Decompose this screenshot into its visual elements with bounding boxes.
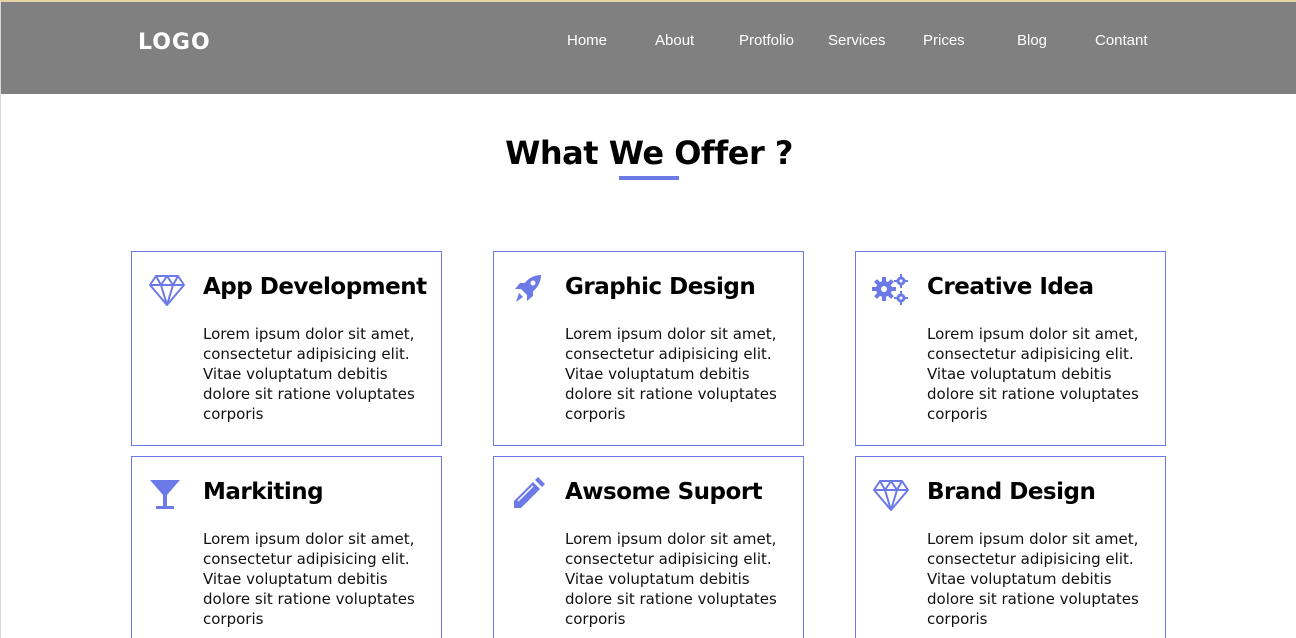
- card-text: Lorem ipsum dolor sit amet, consectetur …: [203, 530, 415, 628]
- service-card-marketing[interactable]: Markiting Lorem ipsum dolor sit amet, co…: [131, 456, 442, 638]
- card-text: Lorem ipsum dolor sit amet, consectetur …: [565, 325, 777, 423]
- pencil-icon: [509, 477, 549, 513]
- cocktail-glass-icon: [147, 477, 187, 513]
- card-title: App Development: [203, 274, 427, 300]
- site-header: LOGO Home About Protfolio Services Price…: [1, 2, 1296, 94]
- section-title: What We Offer ?: [505, 134, 793, 172]
- service-card-creative-idea[interactable]: Creative Idea Lorem ipsum dolor sit amet…: [855, 251, 1166, 446]
- card-text: Lorem ipsum dolor sit amet, consectetur …: [565, 530, 777, 628]
- title-underline: [619, 176, 679, 180]
- card-title: Awsome Suport: [565, 479, 763, 505]
- card-title: Brand Design: [927, 479, 1096, 505]
- nav-prices-link[interactable]: Prices: [923, 32, 965, 49]
- card-text: Lorem ipsum dolor sit amet, consectetur …: [927, 530, 1139, 628]
- rocket-icon: [509, 272, 549, 308]
- card-title: Graphic Design: [565, 274, 756, 300]
- card-text: Lorem ipsum dolor sit amet, consectetur …: [203, 325, 415, 423]
- card-text: Lorem ipsum dolor sit amet, consectetur …: [927, 325, 1139, 423]
- main-nav: Home About Protfolio Services Prices Blo…: [1, 32, 1296, 52]
- diamond-icon: [147, 272, 187, 308]
- card-title: Markiting: [203, 479, 324, 505]
- page: LOGO Home About Protfolio Services Price…: [0, 0, 1296, 638]
- nav-blog-link[interactable]: Blog: [1017, 32, 1047, 49]
- nav-about-link[interactable]: About: [655, 32, 694, 49]
- nav-contact-link[interactable]: Contant: [1095, 32, 1148, 49]
- nav-home-link[interactable]: Home: [567, 32, 607, 49]
- nav-portfolio-link[interactable]: Protfolio: [739, 32, 794, 49]
- gears-icon: [871, 272, 911, 308]
- nav-services-link[interactable]: Services: [828, 32, 886, 49]
- service-card-app-development[interactable]: App Development Lorem ipsum dolor sit am…: [131, 251, 442, 446]
- service-card-brand-design[interactable]: Brand Design Lorem ipsum dolor sit amet,…: [855, 456, 1166, 638]
- card-title: Creative Idea: [927, 274, 1094, 300]
- section-heading: What We Offer ?: [1, 134, 1296, 172]
- service-card-awesome-support[interactable]: Awsome Suport Lorem ipsum dolor sit amet…: [493, 456, 804, 638]
- service-card-graphic-design[interactable]: Graphic Design Lorem ipsum dolor sit ame…: [493, 251, 804, 446]
- diamond-icon: [871, 477, 911, 513]
